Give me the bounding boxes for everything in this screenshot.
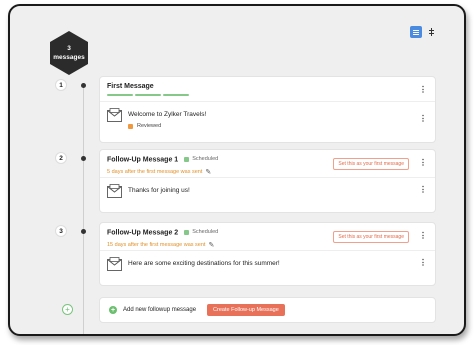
add-followup-label: Add new followup message [123,307,197,313]
timeline-dot [81,229,86,234]
delay-text: 15 days after the first message was sent [107,241,206,248]
card-title: Follow-Up Message 1 [107,156,179,164]
envelope-icon [107,257,122,271]
message-text: Here are some exciting destinations for … [128,260,280,267]
envelope-icon [107,108,122,122]
kebab-icon[interactable]: ⋮ [419,232,427,240]
delay-text: 5 days after the first message was sent [107,168,203,175]
card-body: Thanks for joining us! ⋮ [100,178,435,204]
workflow-panel: 3 messages 1 First Message ⋮ Welcome to … [8,4,466,336]
list-view-icon[interactable] [410,26,422,38]
card-header: First Message ⋮ [100,77,435,102]
step-number: 1 [55,79,67,91]
reviewed-indicator [128,123,133,129]
card-body: Welcome to Zylker Travels! Reviewed ⋮ [100,102,435,135]
kebab-icon[interactable]: ⋮ [419,159,427,167]
pencil-icon[interactable]: ✎ [208,241,214,249]
timeline-dot [81,83,86,88]
kebab-icon[interactable]: ⋮ [419,259,427,267]
pencil-icon[interactable]: ✎ [205,168,211,176]
add-followup-row: + Add new followup message Create Follow… [99,297,436,323]
card-body: Here are some exciting destinations for … [100,251,435,277]
card-title: Follow-Up Message 2 [107,229,179,237]
create-followup-button[interactable]: Create Follow-up Message [207,304,285,316]
view-toggle [410,26,437,38]
message-text: Thanks for joining us! [128,187,190,194]
step-number: 2 [55,152,67,164]
envelope-icon [107,184,122,198]
card-title: First Message [107,83,154,90]
status-badge: Reviewed [128,123,206,129]
flow-view-icon[interactable] [425,26,437,38]
card-header: Follow-Up Message 1 Scheduled 5 days afte… [100,150,435,178]
kebab-icon[interactable]: ⋮ [419,186,427,194]
set-first-message-button[interactable]: Set this as your first message [333,231,409,243]
badge-count: 3 [67,44,71,52]
plus-icon[interactable]: + [109,306,117,314]
message-text: Welcome to Zylker Travels! [128,111,207,118]
badge-label: messages [53,54,85,61]
step-number: 3 [55,225,67,237]
add-step-plus-icon[interactable]: + [62,304,73,315]
progress-bars [107,94,428,98]
timeline-dot [81,156,86,161]
messages-count-badge: 3 messages [50,31,88,75]
message-card-first[interactable]: First Message ⋮ Welcome to Zylker Travel… [99,76,436,143]
message-card-followup-1[interactable]: Follow-Up Message 1 Scheduled 5 days afte… [99,149,436,213]
kebab-icon[interactable]: ⋮ [419,86,427,94]
set-first-message-button[interactable]: Set this as your first message [333,158,409,170]
message-card-followup-2[interactable]: Follow-Up Message 2 Scheduled 15 days aft… [99,222,436,286]
timeline-line [83,86,84,334]
card-header: Follow-Up Message 2 Scheduled 15 days aft… [100,223,435,251]
kebab-icon[interactable]: ⋮ [419,115,427,123]
scheduled-badge: Scheduled [184,229,218,235]
scheduled-badge: Scheduled [184,156,218,162]
